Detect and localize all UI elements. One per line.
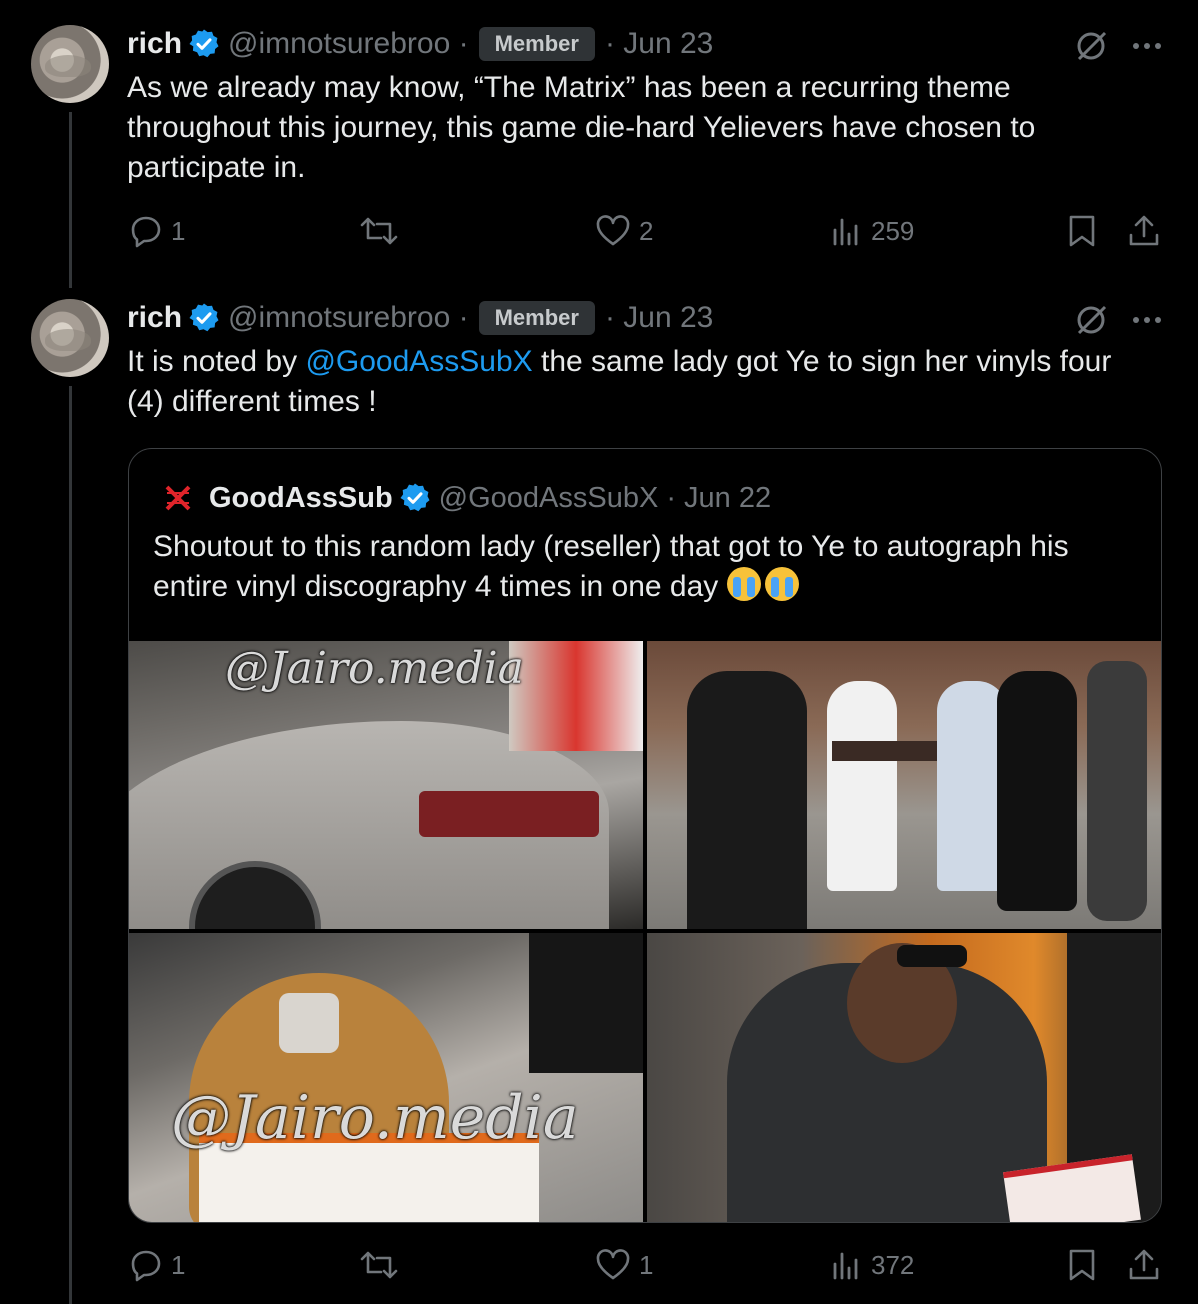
quote-timestamp[interactable]: · Jun 22: [666, 482, 771, 515]
media-image[interactable]: @Jairo.media: [129, 641, 643, 929]
views-button[interactable]: 372: [831, 1248, 914, 1282]
like-count: 1: [639, 1249, 654, 1280]
like-icon: [596, 215, 630, 246]
thread-line: [69, 112, 72, 288]
bookmark-button[interactable]: [1067, 214, 1097, 248]
like-count: 2: [639, 215, 654, 246]
avatar[interactable]: [31, 299, 109, 377]
member-badge[interactable]: Member: [478, 301, 595, 335]
text-before-mention: It is noted by: [127, 345, 306, 378]
media-image[interactable]: [647, 641, 1161, 929]
views-icon: [833, 1252, 858, 1280]
thread-line: [69, 386, 72, 1304]
quoted-tweet[interactable]: GoodAssSub @GoodAssSubX · Jun 22 Shoutou…: [128, 448, 1162, 1223]
like-button[interactable]: 2: [595, 214, 653, 248]
bookmark-icon: [1069, 1249, 1095, 1281]
views-button[interactable]: 259: [831, 214, 914, 248]
grok-icon[interactable]: [1074, 28, 1110, 64]
quote-header: GoodAssSub @GoodAssSubX · Jun 22: [161, 479, 771, 517]
retweet-icon: [360, 217, 398, 245]
media-image[interactable]: [647, 933, 1161, 1222]
retweet-icon: [360, 1251, 398, 1279]
share-icon: [1129, 215, 1159, 246]
view-count: 372: [871, 1249, 915, 1280]
display-name[interactable]: rich: [127, 301, 182, 335]
quote-text-content: Shoutout to this random lady (reseller) …: [153, 530, 1069, 603]
goodasssub-avatar-logo[interactable]: [161, 481, 195, 515]
action-bar: 1 1 372: [127, 1248, 1167, 1288]
reply-count: 1: [171, 1249, 186, 1280]
reply-button[interactable]: 1: [129, 214, 185, 248]
mention-link[interactable]: @GoodAssSubX: [305, 345, 532, 378]
timestamp[interactable]: · Jun 23: [605, 27, 713, 61]
quote-handle[interactable]: @GoodAssSubX: [439, 482, 659, 515]
reply-button[interactable]: 1: [129, 1248, 185, 1282]
member-badge[interactable]: Member: [478, 27, 595, 61]
loudly-crying-face-icon: [726, 567, 761, 601]
avatar[interactable]: [31, 25, 109, 103]
bookmark-icon: [1069, 215, 1095, 247]
more-icon[interactable]: [1132, 41, 1162, 51]
bookmark-button[interactable]: [1067, 1248, 1097, 1282]
like-button[interactable]: 1: [595, 1248, 653, 1282]
share-button[interactable]: [1127, 1248, 1161, 1282]
verified-badge-icon: [398, 482, 431, 513]
tweet-header: rich @imnotsurebroo · Member · Jun 23: [127, 298, 713, 338]
retweet-button[interactable]: [359, 1248, 399, 1282]
quote-text: Shoutout to this random lady (reseller) …: [153, 527, 1133, 607]
reply-icon: [131, 216, 161, 248]
media-image[interactable]: @Jairo.media: [129, 933, 643, 1222]
reply-icon: [131, 1250, 161, 1282]
grok-icon[interactable]: [1074, 302, 1110, 338]
media-grid: @Jairo.media @Jairo.media: [129, 641, 1161, 1222]
loudly-crying-face-icon: [764, 567, 799, 601]
views-icon: [833, 218, 858, 246]
share-icon: [1129, 1249, 1159, 1280]
share-button[interactable]: [1127, 214, 1161, 248]
timestamp[interactable]: · Jun 23: [605, 301, 713, 335]
view-count: 259: [871, 215, 915, 246]
quote-display-name[interactable]: GoodAssSub: [209, 482, 393, 515]
watermark-text: @Jairo.media: [225, 643, 524, 694]
tweet-text: It is noted by @GoodAssSubX the same lad…: [127, 342, 1137, 422]
reply-count: 1: [171, 215, 186, 246]
tweet-header: rich @imnotsurebroo · Member · Jun 23: [127, 24, 713, 64]
handle[interactable]: @imnotsurebroo ·: [228, 27, 469, 61]
action-bar: 1 2 259: [127, 214, 1167, 254]
display-name[interactable]: rich: [127, 27, 182, 61]
handle[interactable]: @imnotsurebroo ·: [228, 301, 469, 335]
like-icon: [596, 1249, 630, 1280]
verified-badge-icon: [188, 302, 221, 333]
tweet-text: As we already may know, “The Matrix” has…: [127, 71, 1036, 184]
watermark-text: @Jairo.media: [171, 1083, 579, 1153]
more-icon[interactable]: [1132, 315, 1162, 325]
retweet-button[interactable]: [359, 214, 399, 248]
verified-badge-icon: [188, 28, 221, 59]
